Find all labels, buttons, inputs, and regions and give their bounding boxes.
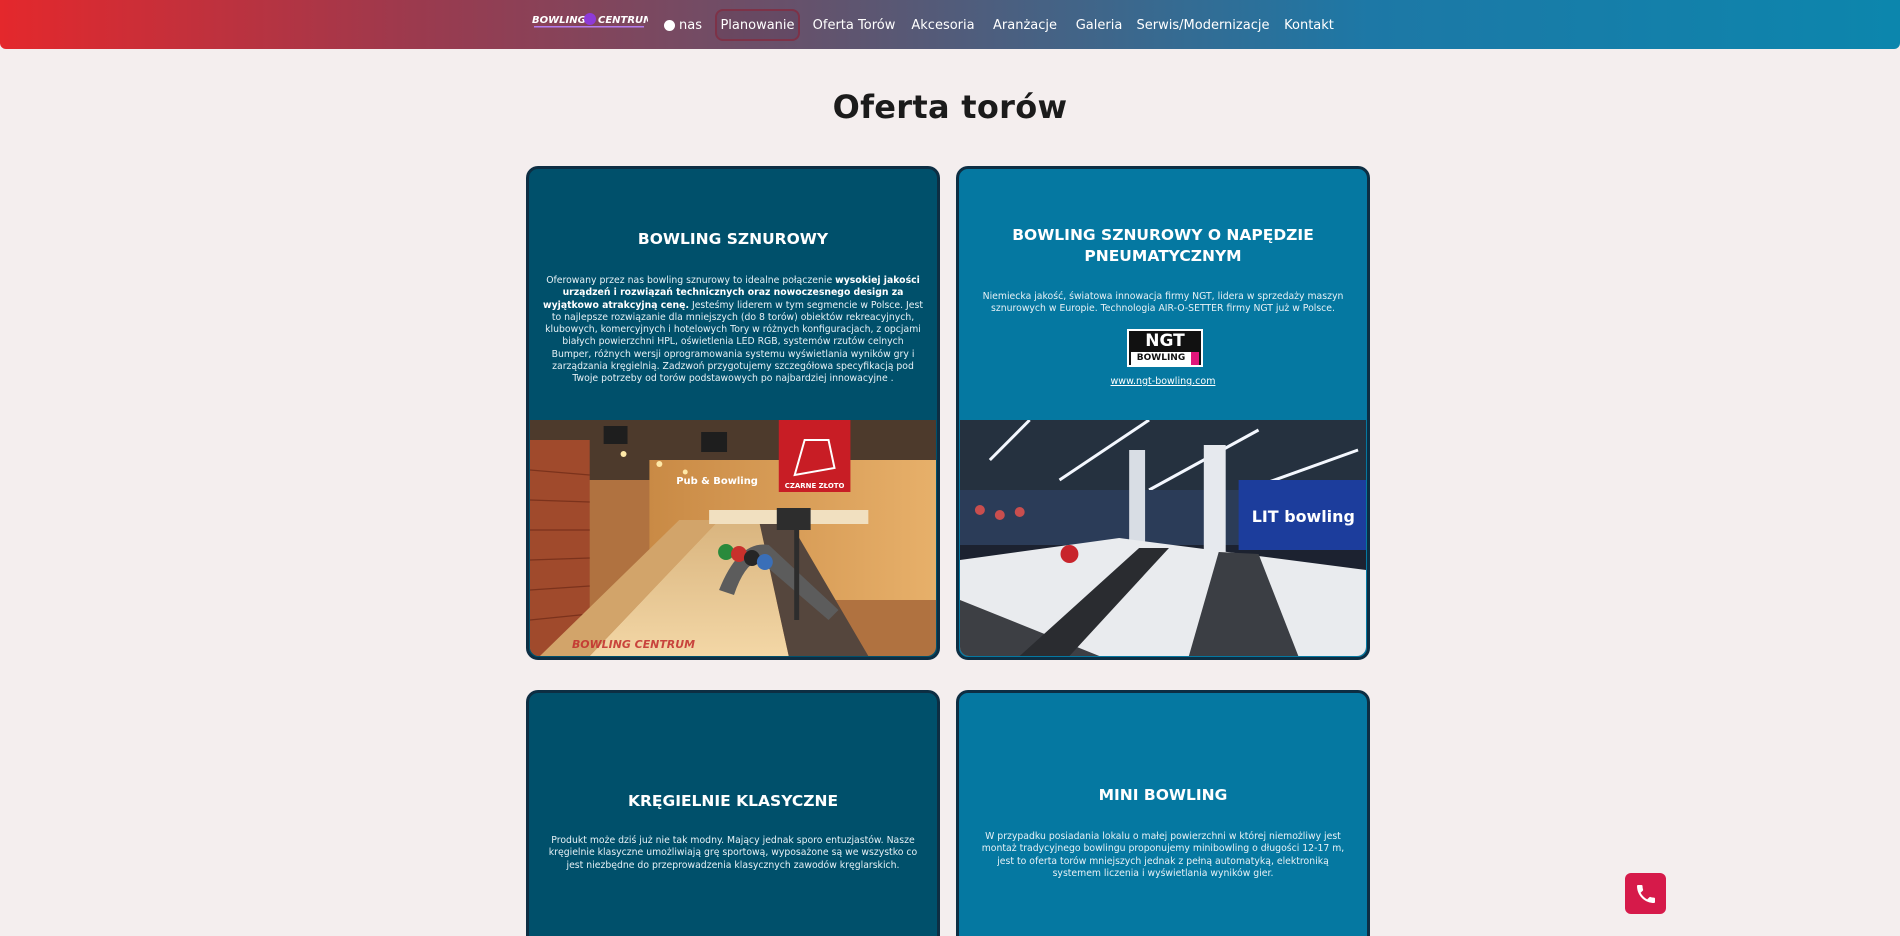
ngt-logo-accent: [1191, 352, 1199, 365]
top-navbar: BOWLING CENTRUM nas Planowanie Oferta To…: [0, 0, 1900, 49]
nav-item-aranzacje[interactable]: Aranżacje: [993, 9, 1057, 41]
nav-item-label: Kontakt: [1284, 17, 1334, 33]
ngt-logo-bottom: BOWLING: [1131, 352, 1191, 365]
card-title: MINI BOWLING: [1098, 786, 1228, 804]
nav-item-label: Oferta Torów: [812, 17, 896, 33]
ngt-logo-top: NGT: [1145, 331, 1185, 351]
nav-item-label: Serwis/Modernizacje: [1136, 17, 1270, 33]
card-text-intro: Oferowany przez nas bowling sznurowy to …: [546, 275, 836, 286]
card-description: Niemiecka jakość, światowa innowacja fir…: [982, 291, 1344, 315]
nav-item-kontakt[interactable]: Kontakt: [1284, 9, 1334, 41]
nav-item-galeria[interactable]: Galeria: [1075, 9, 1123, 41]
offer-card-mini-bowling[interactable]: MINI BOWLING W przypadku posiadania loka…: [956, 690, 1370, 936]
ngt-logo: NGT BOWLING: [1127, 329, 1203, 367]
phone-call-button[interactable]: [1625, 873, 1666, 914]
svg-text:CENTRUM: CENTRUM: [598, 15, 648, 26]
card-image-lit-bowling: LIT bowling: [960, 420, 1366, 656]
card-text-rest: Jesteśmy liderem w tym segmencie w Polsc…: [545, 299, 923, 385]
image-watermark: BOWLING CENTRUM: [572, 638, 695, 651]
nav-item-label: Galeria: [1075, 17, 1123, 33]
bowling-alley-photo: CZARNE ZŁOTO Pub & Bowling BOWLING CENTR…: [530, 420, 936, 656]
nav-item-planowanie[interactable]: Planowanie: [715, 9, 800, 41]
card-title: KRĘGIELNIE KLASYCZNE: [627, 792, 839, 810]
card-title: BOWLING SZNUROWY O NAPĘDZIE PNEUMATYCZNY…: [1012, 226, 1314, 265]
nav-item-serwis[interactable]: Serwis/Modernizacje: [1137, 9, 1270, 41]
image-caption: Pub & Bowling: [676, 476, 758, 487]
image-badge-text: CZARNE ZŁOTO: [785, 482, 845, 490]
page-title: Oferta torów: [832, 88, 1068, 126]
nav-item-oferta-torow[interactable]: Oferta Torów: [812, 9, 896, 41]
site-logo[interactable]: BOWLING CENTRUM: [530, 9, 648, 33]
offer-card-bowling-sznurowy[interactable]: BOWLING SZNUROWY Oferowany przez nas bow…: [526, 166, 940, 660]
card-description: Produkt może dziś już nie tak modny. Maj…: [548, 835, 918, 871]
pneumatic-lane-photo: LIT bowling: [960, 420, 1366, 656]
nav-item-nas[interactable]: nas: [664, 9, 702, 41]
bowling-centrum-logo: BOWLING CENTRUM: [532, 13, 648, 28]
nav-item-label: Planowanie: [720, 17, 795, 33]
nav-item-label: Aranżacje: [993, 17, 1057, 33]
card-title: BOWLING SZNUROWY: [637, 230, 829, 248]
offer-card-kregielnie-klasyczne[interactable]: KRĘGIELNIE KLASYCZNE Produkt może dziś j…: [526, 690, 940, 936]
image-sign-text: LIT bowling: [1252, 507, 1355, 526]
nav-item-akcesoria[interactable]: Akcesoria: [911, 9, 975, 41]
phone-icon: [1636, 884, 1655, 903]
card-image-pub-bowling: CZARNE ZŁOTO Pub & Bowling BOWLING CENTR…: [530, 420, 936, 656]
nav-item-label: Akcesoria: [911, 17, 975, 33]
offer-card-bowling-pneumatyczny[interactable]: BOWLING SZNUROWY O NAPĘDZIE PNEUMATYCZNY…: [956, 166, 1370, 660]
card-description: W przypadku posiadania lokalu o małej po…: [981, 831, 1345, 879]
svg-text:BOWLING: BOWLING: [532, 15, 586, 26]
circle-icon: [664, 19, 675, 31]
nav-item-label: nas: [679, 17, 702, 33]
ngt-website-link[interactable]: www.ngt-bowling.com: [959, 376, 1367, 387]
card-description: Oferowany przez nas bowling sznurowy to …: [543, 275, 923, 386]
